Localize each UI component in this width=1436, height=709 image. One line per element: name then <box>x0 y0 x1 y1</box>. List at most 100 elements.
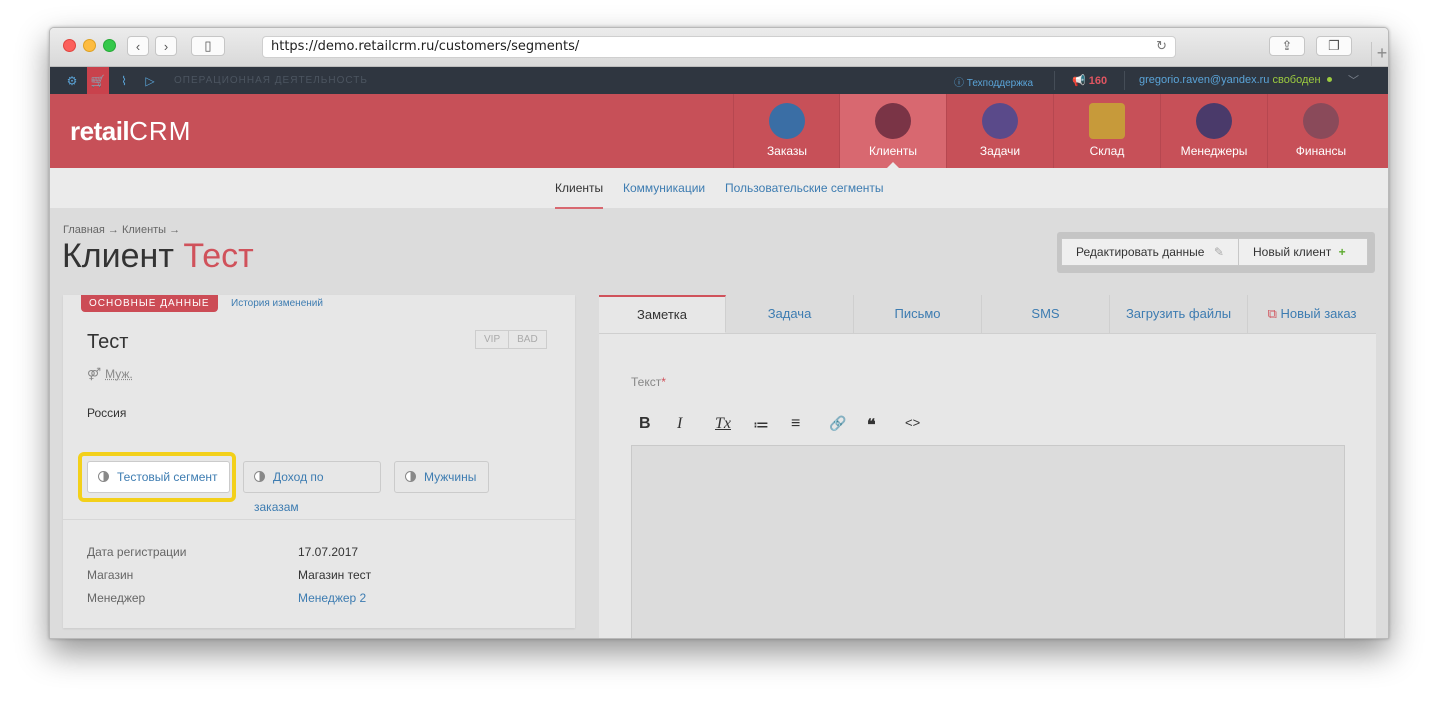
minimize-window-button[interactable] <box>83 39 96 52</box>
edit-data-button[interactable]: Редактировать данные ✎ <box>1061 238 1239 266</box>
info-label: Магазин <box>87 568 134 582</box>
gear-icon[interactable]: ⚙ <box>61 67 83 94</box>
chevron-left-icon: ‹ <box>135 38 141 54</box>
divider <box>63 519 575 520</box>
client-avatar-icon <box>875 103 911 139</box>
cart-icon[interactable]: 🛒 <box>87 67 109 94</box>
help-icon: ⓘ <box>954 78 964 89</box>
client-name: Тест <box>87 331 129 353</box>
page-title: Клиент Тест <box>62 237 254 275</box>
close-window-button[interactable] <box>63 39 76 52</box>
country-field: Россия <box>87 406 127 420</box>
divider <box>1124 71 1125 90</box>
numbered-list-icon[interactable]: ≡ <box>791 415 829 435</box>
section-title: ОПЕРАЦИОННАЯ ДЕЯТЕЛЬНОСТЬ <box>174 75 368 86</box>
nav-clients[interactable]: Клиенты <box>839 94 946 168</box>
gender-field[interactable]: ⚤ Муж. <box>87 367 133 381</box>
note-text-editor[interactable] <box>631 445 1345 638</box>
tab-note[interactable]: Заметка <box>599 295 726 333</box>
action-buttons: Редактировать данные ✎ Новый клиент + <box>1057 232 1375 273</box>
megaphone-icon: 📢 <box>1072 75 1086 87</box>
new-client-button[interactable]: Новый клиент + <box>1238 238 1368 266</box>
tab-letter[interactable]: Письмо <box>854 295 982 333</box>
subnav-communications[interactable]: Коммуникации <box>623 181 705 195</box>
browser-chrome: ‹ › ▯ https://demo.retailcrm.ru/customer… <box>50 28 1388 67</box>
segment-order-income[interactable]: Доход по заказам <box>243 461 381 514</box>
notifications[interactable]: 📢 160 <box>1072 74 1107 87</box>
logo[interactable]: retailCRM <box>70 116 191 147</box>
pie-icon <box>254 471 265 482</box>
tab-new-order[interactable]: ⧉ Новый заказ <box>1248 295 1376 333</box>
italic-icon[interactable]: I <box>677 415 715 435</box>
chevron-down-icon[interactable]: ﹀ <box>1348 72 1359 88</box>
subnav-custom-segments[interactable]: Пользовательские сегменты <box>725 181 884 195</box>
back-button[interactable]: ‹ <box>127 36 149 56</box>
nav-warehouse[interactable]: Склад <box>1053 94 1160 168</box>
main-header: retailCRM Заказы Клиенты Задачи Склад Ме… <box>50 94 1388 168</box>
plus-icon: + <box>1338 245 1346 259</box>
breadcrumb[interactable]: Главная → Клиенты → <box>63 224 180 236</box>
link-icon[interactable]: 🔗 <box>829 415 867 435</box>
share-icon: ⇪ <box>1281 38 1293 53</box>
new-tab-button[interactable]: + <box>1371 42 1388 66</box>
external-link-icon: ⧉ <box>1267 306 1277 321</box>
info-value: 17.07.2017 <box>298 545 359 559</box>
bad-badge[interactable]: BAD <box>509 330 547 349</box>
code-icon[interactable]: <> <box>905 415 943 435</box>
box-icon <box>1089 103 1125 139</box>
pie-icon <box>405 471 416 482</box>
maximize-window-button[interactable] <box>103 39 116 52</box>
user-menu[interactable]: gregorio.raven@yandex.ru свободен <box>1139 74 1332 86</box>
forward-button[interactable]: › <box>155 36 177 56</box>
info-value: Магазин тест <box>298 568 372 582</box>
finance-icon <box>1303 103 1339 139</box>
browser-window: ‹ › ▯ https://demo.retailcrm.ru/customer… <box>49 27 1389 639</box>
user-status: свободен <box>1272 74 1321 86</box>
tab-task[interactable]: Задача <box>726 295 854 333</box>
top-bar: ⚙ 🛒 ⌇ ▷ ОПЕРАЦИОННАЯ ДЕЯТЕЛЬНОСТЬ ⓘ Техп… <box>50 67 1388 94</box>
gender-icon: ⚤ <box>87 367 102 381</box>
info-label: Менеджер <box>87 591 146 605</box>
tabs-overview-button[interactable]: ❐ <box>1316 36 1352 56</box>
info-label: Дата регистрации <box>87 545 187 559</box>
nav-tasks[interactable]: Задачи <box>946 94 1053 168</box>
chevron-right-icon: › <box>163 38 169 54</box>
nav-finance[interactable]: Финансы <box>1267 94 1374 168</box>
main-data-tab[interactable]: ОСНОВНЫЕ ДАННЫЕ <box>81 295 218 312</box>
play-icon[interactable]: ▷ <box>139 67 161 94</box>
manager-link[interactable]: Менеджер 2 <box>298 591 366 605</box>
share-button[interactable]: ⇪ <box>1269 36 1305 56</box>
quote-icon[interactable]: ❝ <box>867 415 905 435</box>
support-link[interactable]: ⓘ Техподдержка <box>954 74 1033 89</box>
reload-icon[interactable]: ↻ <box>1156 37 1167 57</box>
status-dot <box>1326 77 1332 82</box>
bold-icon[interactable]: B <box>639 415 677 435</box>
nav-managers[interactable]: Менеджеры <box>1160 94 1267 168</box>
badges: VIP BAD <box>475 330 547 349</box>
segment-men[interactable]: Мужчины <box>394 461 489 493</box>
page-content: Главная → Клиенты → Клиент Тест Редактир… <box>50 209 1388 638</box>
text-field-label: Текст* <box>631 375 666 389</box>
subnav-clients[interactable]: Клиенты <box>555 181 604 209</box>
bullet-list-icon[interactable]: ≔ <box>753 415 791 435</box>
activity-panel: Заметка Задача Письмо SMS Загрузить файл… <box>599 295 1376 638</box>
edit-icon: ✎ <box>1213 245 1224 259</box>
chart-icon[interactable]: ⌇ <box>113 67 135 94</box>
tab-upload-files[interactable]: Загрузить файлы <box>1110 295 1248 333</box>
address-bar[interactable]: https://demo.retailcrm.ru/customers/segm… <box>262 36 1176 58</box>
tabs-icon: ❐ <box>1328 38 1340 53</box>
cart-icon <box>769 103 805 139</box>
vip-badge[interactable]: VIP <box>475 330 510 349</box>
sub-navigation: Клиенты Коммуникации Пользовательские се… <box>50 168 1388 209</box>
divider <box>1054 71 1055 90</box>
history-link[interactable]: История изменений <box>231 298 323 309</box>
sidebar-toggle-button[interactable]: ▯ <box>191 36 225 56</box>
tab-sms[interactable]: SMS <box>982 295 1110 333</box>
manager-avatar-icon <box>1196 103 1232 139</box>
sidebar-icon: ▯ <box>204 38 212 53</box>
chat-bubble-icon <box>982 103 1018 139</box>
nav-orders[interactable]: Заказы <box>733 94 840 168</box>
activity-tabs: Заметка Задача Письмо SMS Загрузить файл… <box>599 295 1376 334</box>
clear-format-icon[interactable]: Tx <box>715 415 753 435</box>
editor-toolbar: B I Tx ≔ ≡ 🔗 ❝ <> <box>639 415 943 435</box>
